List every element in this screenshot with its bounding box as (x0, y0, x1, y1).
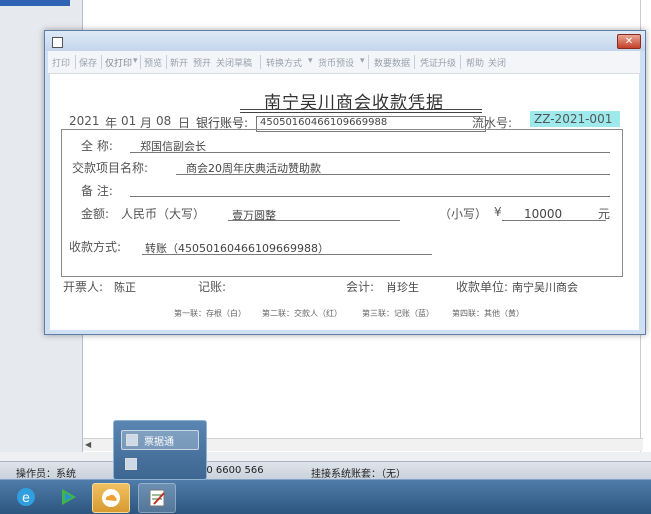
amount-number-underline (502, 220, 606, 221)
data-fetch-button[interactable]: 数要数据 (374, 56, 410, 69)
payment-item-label: 交款项目名称: (72, 161, 149, 175)
add-new-button[interactable]: 新开 (170, 56, 188, 69)
copy-legend-3: 第三联：记账（蓝） (362, 309, 434, 318)
accountant-value: 肖珍生 (386, 281, 419, 294)
remark-underline (130, 196, 610, 197)
payment-item-underline (176, 174, 610, 175)
copy-legend-1: 第一联：存根（白） (174, 309, 246, 318)
bank-account-value: 45050160466109669988 (260, 117, 388, 128)
date-month[interactable]: 01 (121, 114, 136, 128)
window-list-item[interactable]: 票据通 (121, 430, 199, 450)
window-list-item-label: 票据通 (144, 436, 174, 448)
convert-mode-dropdown-icon[interactable]: ▾ (308, 56, 313, 66)
amount-label: 金额: (81, 207, 110, 221)
scroll-left-icon[interactable]: ◀ (85, 440, 91, 449)
lowercase-amount-label: （小写） (439, 207, 488, 221)
payer-underline (130, 152, 610, 153)
copy-legend-4: 第四联：其他（黄） (452, 309, 524, 318)
close-button[interactable]: 关闭 (488, 56, 506, 69)
amount-words-underline (228, 220, 400, 221)
serial-number-field[interactable]: ZZ-2021-001 (530, 111, 620, 127)
reopen-button[interactable]: 预开 (193, 56, 211, 69)
remark-label: 备 注: (81, 184, 113, 198)
preview-button[interactable]: 预览 (144, 56, 162, 69)
dialog-titlebar[interactable]: ✕ (45, 31, 645, 51)
print-button[interactable]: 打印 (52, 56, 70, 69)
cloud-app-icon[interactable] (92, 483, 130, 513)
dialog-toolbar: 打印 保存 仅打印 ▾ 预览 新开 预开 关闭草稿 转换方式 ▾ 货币预设 ▾ … (48, 51, 640, 74)
toolbar-separator (368, 55, 369, 69)
receiver-value: 南宁吴川商会 (512, 281, 578, 294)
yuan-unit: 元 (598, 207, 611, 221)
status-system-account: 挂接系统账套：（无） (311, 469, 406, 480)
status-phone: 00 6600 566 (200, 465, 264, 476)
background-left-header (0, 0, 70, 6)
save-draft-button[interactable]: 关闭草稿 (216, 56, 252, 69)
help-button[interactable]: 帮助 (466, 56, 484, 69)
voucher-app-icon[interactable] (138, 483, 176, 513)
date-day[interactable]: 08 (156, 114, 171, 128)
issuer-value: 陈正 (114, 281, 136, 294)
title-underline (240, 112, 482, 113)
print-only-dropdown-icon[interactable]: ▾ (133, 56, 138, 66)
toolbar-separator (101, 55, 102, 69)
window-menu-icon[interactable] (52, 37, 63, 48)
toolbar-separator (414, 55, 415, 69)
toolbar-separator (75, 55, 76, 69)
voucher-upgrade-button[interactable]: 凭证升级 (420, 56, 456, 69)
toolbar-separator (260, 55, 261, 69)
toolbar-separator (140, 55, 141, 69)
app-window-icon (125, 458, 137, 470)
payment-method-label: 收款方式: (69, 240, 122, 254)
voucher-form: 南宁吴川商会收款凭据 2021 年 01 月 08 日 银行账号: 450501… (50, 74, 639, 330)
date-year[interactable]: 2021 (69, 114, 100, 128)
payment-method-underline (142, 254, 432, 255)
copy-legend-2: 第二联：交款人（红） (262, 309, 342, 318)
app-window-icon (126, 434, 138, 446)
close-window-button[interactable]: ✕ (617, 34, 641, 49)
currency-options-dropdown-icon[interactable]: ▾ (360, 56, 365, 66)
yen-symbol: ¥ (494, 205, 502, 219)
window-list-item[interactable] (121, 454, 199, 474)
toolbar-separator (166, 55, 167, 69)
receiver-label: 收款单位: (456, 280, 509, 294)
issuer-label: 开票人: (63, 280, 104, 294)
toolbar-separator (460, 55, 461, 69)
svg-text:e: e (22, 489, 30, 505)
save-button[interactable]: 保存 (79, 56, 97, 69)
status-operator: 操作员：系统 (16, 469, 76, 480)
accountant-label: 会计: (346, 280, 375, 294)
ie-icon[interactable]: e (8, 483, 44, 511)
amount-number[interactable]: 10000 (524, 207, 562, 221)
status-bar: 操作员：系统 00 6600 566 挂接系统账套：（无） (0, 461, 651, 480)
convert-mode-button[interactable]: 转换方式 (266, 56, 302, 69)
voucher-dialog: ✕ 打印 保存 仅打印 ▾ 预览 新开 预开 关闭草稿 转换方式 ▾ 货币预设 … (44, 30, 646, 335)
payer-label: 全 称: (81, 139, 113, 153)
taskbar: e (0, 479, 651, 514)
print-only-button[interactable]: 仅打印 (105, 56, 132, 69)
media-player-icon[interactable] (50, 483, 86, 511)
bookkeeper-label: 记账: (198, 280, 227, 294)
taskbar-window-list: 票据通 (113, 420, 207, 480)
currency-options-button[interactable]: 货币预设 (318, 56, 354, 69)
title-underline (240, 109, 482, 110)
currency-uppercase-label: 人民币（大写） (121, 207, 206, 221)
